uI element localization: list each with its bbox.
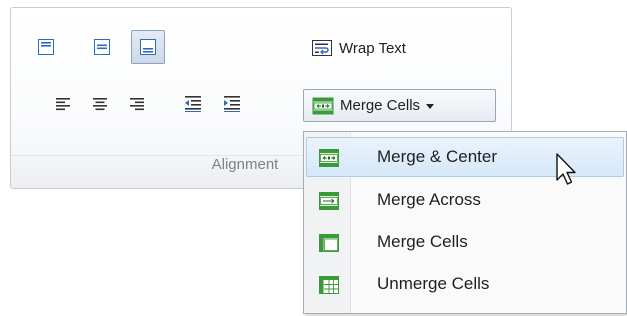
align-center-button[interactable]: [87, 91, 113, 117]
menu-item-label: Unmerge Cells: [377, 274, 490, 293]
align-bottom-button[interactable]: [131, 30, 165, 64]
menu-item-unmerge-cells[interactable]: Unmerge Cells: [306, 264, 624, 304]
wrap-text-icon: [312, 40, 332, 56]
unmerge-cells-icon: [319, 276, 339, 294]
merge-cells-icon: [319, 234, 339, 252]
merge-cells-dropdown-button[interactable]: Merge Cells: [303, 89, 496, 122]
align-top-button[interactable]: [31, 32, 61, 62]
wrap-text-button[interactable]: Wrap Text: [305, 33, 461, 63]
decrease-indent-icon: [185, 96, 201, 112]
align-middle-button[interactable]: [87, 32, 117, 62]
merge-cells-dropdown-menu: Merge & Center Merge Across Merge Cells …: [303, 131, 627, 314]
align-left-button[interactable]: [50, 91, 76, 117]
menu-item-merge-cells[interactable]: Merge Cells: [306, 222, 624, 262]
align-top-icon: [38, 39, 54, 55]
menu-item-label: Merge Across: [377, 190, 481, 209]
mouse-pointer-icon: [556, 153, 576, 185]
merge-cells-button-label: Merge Cells: [340, 97, 421, 114]
decrease-indent-button[interactable]: [179, 90, 207, 118]
align-right-icon: [130, 98, 144, 111]
align-center-icon: [93, 98, 107, 111]
menu-item-label: Merge Cells: [377, 232, 468, 251]
merge-center-icon: [312, 97, 334, 114]
align-left-icon: [56, 98, 70, 111]
alignment-group-label: Alignment: [211, 156, 279, 173]
merge-center-icon: [319, 149, 339, 167]
align-right-button[interactable]: [124, 91, 150, 117]
chevron-down-icon: [426, 104, 435, 109]
increase-indent-button[interactable]: [218, 90, 246, 118]
menu-item-label: Merge & Center: [377, 147, 497, 166]
wrap-text-label: Wrap Text: [339, 39, 406, 57]
align-bottom-icon: [140, 39, 156, 55]
align-middle-icon: [94, 39, 110, 55]
increase-indent-icon: [224, 96, 240, 112]
merge-across-icon: [319, 192, 339, 210]
